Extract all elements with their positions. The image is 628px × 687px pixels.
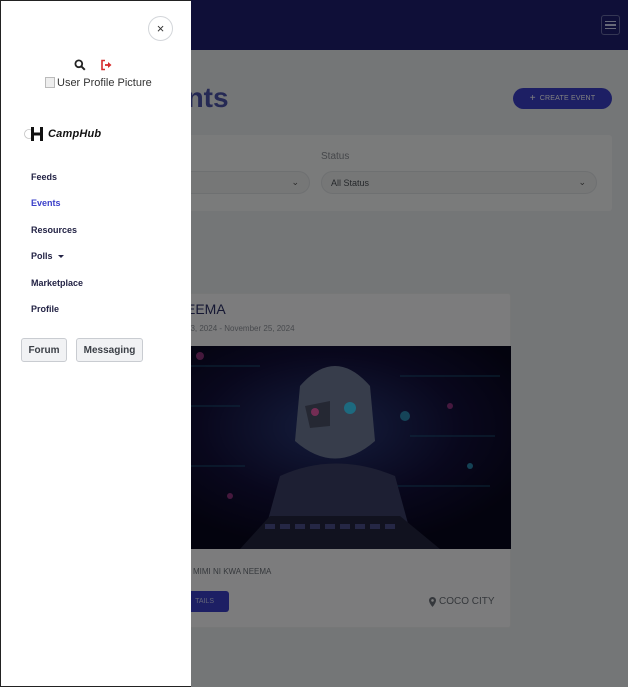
sidebar-item-label: Polls xyxy=(31,251,53,262)
search-icon[interactable] xyxy=(74,59,86,71)
close-icon[interactable]: × xyxy=(148,16,173,41)
caret-down-icon xyxy=(57,255,64,259)
messaging-button[interactable]: Messaging xyxy=(76,338,143,362)
brand[interactable]: CampHub xyxy=(24,126,101,142)
camphub-logo-icon xyxy=(24,127,43,141)
brand-name: CampHub xyxy=(48,128,102,140)
sidebar-item-label: Profile xyxy=(31,303,60,314)
sidebar-item-resources[interactable]: Resources xyxy=(31,224,83,250)
logout-icon[interactable] xyxy=(100,59,113,71)
sidebar-item-label: Events xyxy=(31,198,61,209)
avatar-alt-text: User Profile Picture xyxy=(57,76,152,89)
sidebar-item-marketplace[interactable]: Marketplace xyxy=(31,277,83,303)
sidebar-item-events[interactable]: Events xyxy=(31,197,83,223)
avatar[interactable]: User Profile Picture xyxy=(45,74,155,91)
sidebar-item-label: Resources xyxy=(31,224,78,235)
forum-button[interactable]: Forum xyxy=(21,338,67,362)
sidebar-backdrop[interactable] xyxy=(191,0,628,687)
sidebar: × User Profile Picture CampHub Feeds Eve… xyxy=(0,0,191,687)
sidebar-item-profile[interactable]: Profile xyxy=(31,303,83,329)
sidebar-item-label: Feeds xyxy=(31,172,58,182)
broken-image-icon xyxy=(45,77,55,88)
sidebar-item-feeds[interactable]: Feeds xyxy=(31,171,83,197)
sidebar-item-polls[interactable]: Polls xyxy=(31,250,83,276)
sidebar-nav: Feeds Events Resources Polls Marketplace… xyxy=(31,171,83,329)
sidebar-item-label: Marketplace xyxy=(31,277,84,288)
